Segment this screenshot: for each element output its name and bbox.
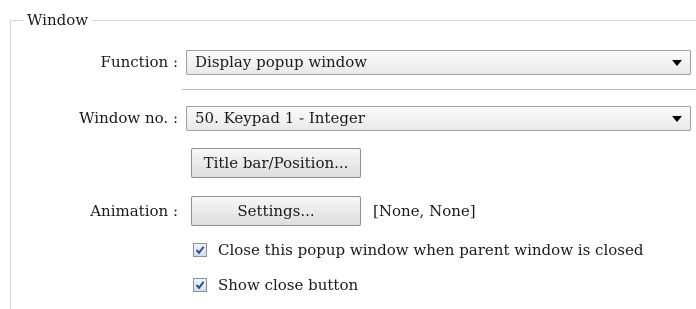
checkmark-icon: [195, 246, 205, 255]
function-label: Function :: [100, 53, 178, 71]
window-no-dropdown[interactable]: 50. Keypad 1 - Integer: [186, 106, 691, 131]
close-with-parent-checkbox[interactable]: [193, 243, 207, 257]
checkmark-icon: [195, 281, 205, 290]
group-border-top: [10, 20, 696, 21]
function-dropdown[interactable]: Display popup window: [186, 50, 691, 75]
window-no-dropdown-value: 50. Keypad 1 - Integer: [195, 109, 365, 127]
animation-settings-button[interactable]: Settings...: [191, 196, 361, 226]
group-border-left: [10, 20, 11, 309]
function-dropdown-value: Display popup window: [195, 53, 368, 71]
animation-value-text: [None, None]: [373, 202, 476, 220]
group-title: Window: [24, 10, 92, 30]
chevron-down-icon: [672, 60, 682, 66]
show-close-button-checkbox[interactable]: [193, 278, 207, 292]
window-no-label: Window no. :: [79, 109, 178, 127]
chevron-down-icon: [672, 116, 682, 122]
show-close-button-label: Show close button: [218, 276, 359, 294]
title-bar-position-button[interactable]: Title bar/Position...: [191, 148, 361, 178]
close-with-parent-label: Close this popup window when parent wind…: [218, 241, 644, 259]
animation-label: Animation :: [90, 202, 178, 220]
separator: [182, 89, 696, 91]
